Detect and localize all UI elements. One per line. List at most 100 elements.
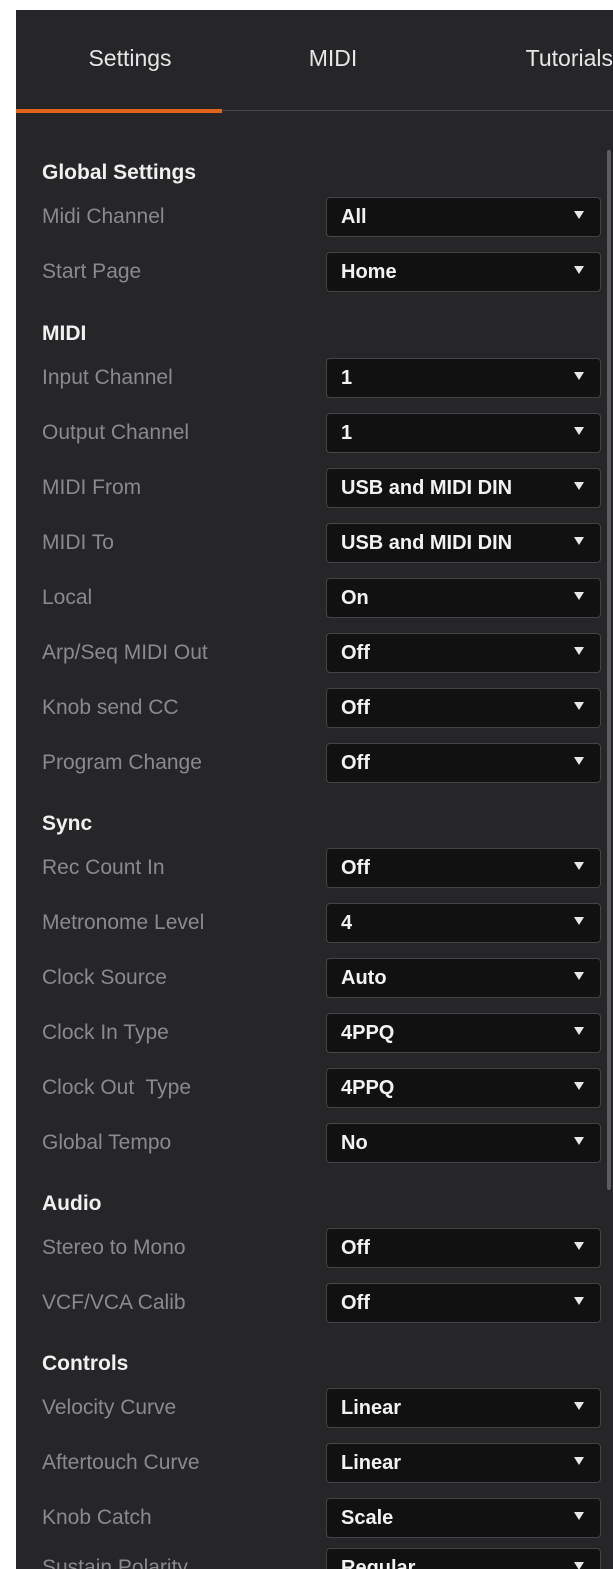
chevron-down-icon <box>574 757 584 765</box>
midi-to-dropdown[interactable]: USB and MIDI DIN <box>326 523 601 563</box>
vcf-vca-calib-dropdown[interactable]: Off <box>326 1283 601 1323</box>
stereo-to-mono-dropdown[interactable]: Off <box>326 1228 601 1268</box>
section-title-sync: Sync <box>42 812 93 835</box>
midi-channel-dropdown[interactable]: All <box>326 197 601 237</box>
metronome-level-dropdown[interactable]: 4 <box>326 903 601 943</box>
clock-in-type-dropdown[interactable]: 4PPQ <box>326 1013 601 1053</box>
dropdown-value: 4 <box>341 912 353 934</box>
dropdown-value: Linear <box>341 1452 402 1474</box>
setting-label-clock-out-type: Clock Out Type <box>42 1076 192 1099</box>
setting-label-knob-send-cc: Knob send CC <box>42 696 179 719</box>
dropdown-value: No <box>341 1132 368 1154</box>
setting-label-stereo-to-mono: Stereo to Mono <box>42 1236 186 1259</box>
arp-seq-midi-out-dropdown[interactable]: Off <box>326 633 601 673</box>
dropdown-value: 4PPQ <box>341 1022 395 1044</box>
chevron-down-icon <box>574 427 584 435</box>
chevron-down-icon <box>574 862 584 870</box>
settings-panel: Settings MIDI Tutorials Global Settings … <box>16 10 613 1569</box>
setting-label-local: Local <box>42 586 93 609</box>
midi-from-dropdown[interactable]: USB and MIDI DIN <box>326 468 601 508</box>
setting-label-clock-in-type: Clock In Type <box>42 1021 169 1044</box>
aftertouch-curve-dropdown[interactable]: Linear <box>326 1443 601 1483</box>
chevron-down-icon <box>574 1562 584 1569</box>
dropdown-value: Home <box>341 261 397 283</box>
start-page-dropdown[interactable]: Home <box>326 252 601 292</box>
input-channel-dropdown[interactable]: 1 <box>326 358 601 398</box>
setting-label-rec-count-in: Rec Count In <box>42 856 165 879</box>
local-dropdown[interactable]: On <box>326 578 601 618</box>
chevron-down-icon <box>574 1027 584 1035</box>
dropdown-value: Linear <box>341 1397 402 1419</box>
dropdown-value: Off <box>341 752 370 774</box>
setting-label-midi-to: MIDI To <box>42 531 114 554</box>
dropdown-value: USB and MIDI DIN <box>341 477 513 499</box>
chevron-down-icon <box>574 592 584 600</box>
active-tab-indicator <box>16 109 222 113</box>
dropdown-value: 1 <box>341 422 353 444</box>
clock-out-type-dropdown[interactable]: 4PPQ <box>326 1068 601 1108</box>
velocity-curve-dropdown[interactable]: Linear <box>326 1388 601 1428</box>
knob-catch-dropdown[interactable]: Scale <box>326 1498 601 1538</box>
section-title-global-settings: Global Settings <box>42 161 197 184</box>
dropdown-value: All <box>341 206 367 228</box>
chevron-down-icon <box>574 1297 584 1305</box>
tab-tutorials[interactable]: Tutorials <box>456 38 613 78</box>
dropdown-value: Off <box>341 857 370 879</box>
section-title-audio: Audio <box>42 1192 102 1215</box>
program-change-dropdown[interactable]: Off <box>326 743 601 783</box>
setting-label-velocity-curve: Velocity Curve <box>42 1396 177 1419</box>
scrollbar[interactable] <box>607 150 611 1190</box>
tab-settings[interactable]: Settings <box>40 38 220 78</box>
setting-label-output-channel: Output Channel <box>42 421 190 444</box>
rec-count-in-dropdown[interactable]: Off <box>326 848 601 888</box>
dropdown-value: Off <box>341 642 370 664</box>
dropdown-value: Off <box>341 1292 370 1314</box>
setting-label-midi-from: MIDI From <box>42 476 142 499</box>
chevron-down-icon <box>574 702 584 710</box>
chevron-down-icon <box>574 1512 584 1520</box>
section-title-controls: Controls <box>42 1352 129 1375</box>
dropdown-value: 1 <box>341 367 353 389</box>
global-tempo-dropdown[interactable]: No <box>326 1123 601 1163</box>
chevron-down-icon <box>574 1082 584 1090</box>
setting-label-arp-seq-midi-out: Arp/Seq MIDI Out <box>42 641 208 664</box>
setting-label-start-page: Start Page <box>42 260 142 283</box>
setting-label-aftertouch-curve: Aftertouch Curve <box>42 1451 200 1474</box>
chevron-down-icon <box>574 482 584 490</box>
chevron-down-icon <box>574 917 584 925</box>
sustain-polarity-dropdown[interactable]: Regular <box>326 1548 601 1569</box>
dropdown-value: Scale <box>341 1507 394 1529</box>
clock-source-dropdown[interactable]: Auto <box>326 958 601 998</box>
dropdown-value: Auto <box>341 967 387 989</box>
chevron-down-icon <box>574 972 584 980</box>
chevron-down-icon <box>574 266 584 274</box>
dropdown-value: 4PPQ <box>341 1077 395 1099</box>
dropdown-value: USB and MIDI DIN <box>341 532 513 554</box>
chevron-down-icon <box>574 647 584 655</box>
chevron-down-icon <box>574 211 584 219</box>
dropdown-value: Off <box>341 1237 370 1259</box>
chevron-down-icon <box>574 1242 584 1250</box>
setting-label-knob-catch: Knob Catch <box>42 1506 152 1529</box>
section-title-midi: MIDI <box>42 322 87 345</box>
knob-send-cc-dropdown[interactable]: Off <box>326 688 601 728</box>
output-channel-dropdown[interactable]: 1 <box>326 413 601 453</box>
setting-label-clock-source: Clock Source <box>42 966 167 989</box>
setting-label-midi-channel: Midi Channel <box>42 205 165 228</box>
setting-label-sustain-polarity: Sustain Polarity <box>42 1556 188 1569</box>
setting-label-input-channel: Input Channel <box>42 366 173 389</box>
setting-label-global-tempo: Global Tempo <box>42 1131 172 1154</box>
dropdown-value: On <box>341 587 369 609</box>
tab-midi[interactable]: MIDI <box>278 38 388 78</box>
setting-label-program-change: Program Change <box>42 751 202 774</box>
dropdown-value: Off <box>341 697 370 719</box>
dropdown-value: Regular <box>341 1557 416 1569</box>
setting-label-metronome-level: Metronome Level <box>42 911 205 934</box>
chevron-down-icon <box>574 537 584 545</box>
tab-bar: Settings MIDI Tutorials <box>16 10 613 128</box>
chevron-down-icon <box>574 1402 584 1410</box>
setting-label-vcf-vca-calib: VCF/VCA Calib <box>42 1291 186 1314</box>
tab-divider <box>222 110 613 111</box>
chevron-down-icon <box>574 1137 584 1145</box>
chevron-down-icon <box>574 1457 584 1465</box>
